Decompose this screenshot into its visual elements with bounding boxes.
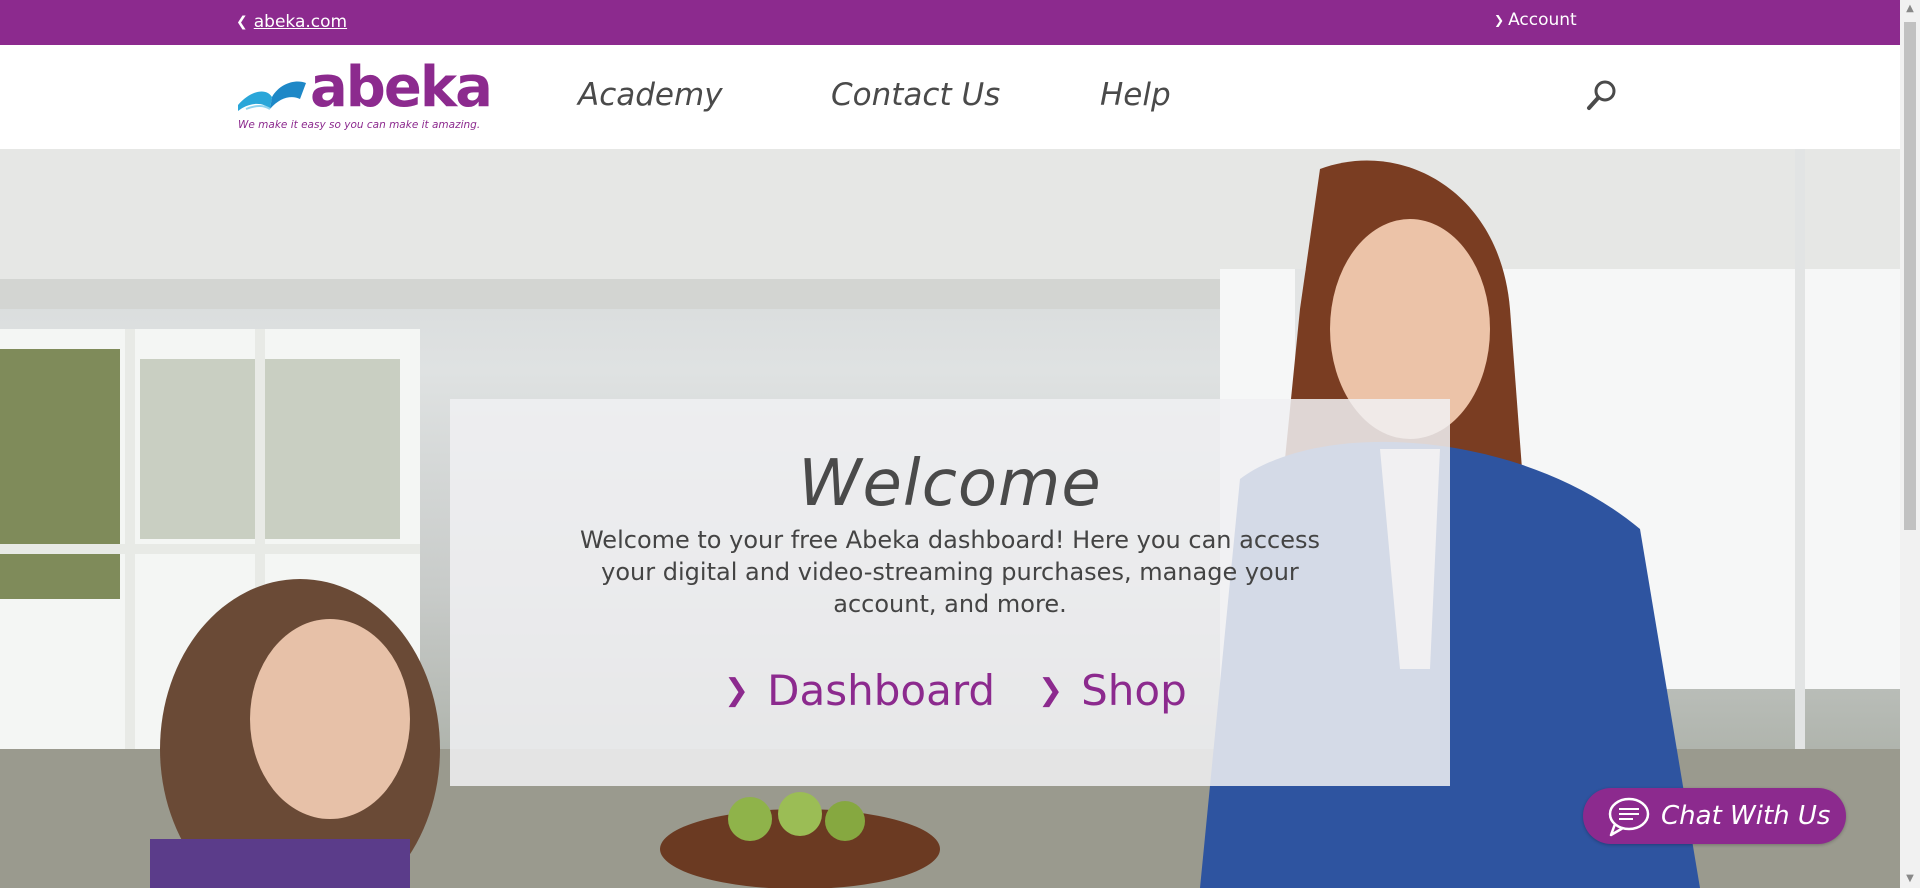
abeka-logo[interactable]: abeka We make it easy so you can make it… (236, 55, 498, 135)
chat-bubble-icon (1608, 797, 1650, 837)
dashboard-link-label: Dashboard (767, 666, 996, 715)
book-logo-icon (238, 81, 306, 111)
chat-with-us-button[interactable]: Chat With Us (1583, 788, 1846, 844)
welcome-title: Welcome (798, 447, 1102, 521)
logo-wordmark: abeka (310, 55, 493, 120)
nav-contact-us[interactable]: Contact Us (831, 77, 1000, 113)
nav-help[interactable]: Help (1100, 77, 1171, 113)
welcome-description: Welcome to your free Abeka dashboard! He… (579, 526, 1320, 618)
top-utility-bar: ❮ abeka.com ❯ Account (0, 0, 1900, 45)
chevron-right-icon: ❯ (724, 673, 750, 708)
chevron-right-icon: ❯ (1038, 673, 1064, 708)
search-icon (1587, 80, 1616, 110)
abeka-com-link[interactable]: ❮ abeka.com (236, 12, 347, 32)
page-scrollbar[interactable]: ▲ ▼ (1900, 0, 1920, 888)
scroll-down-arrow-icon[interactable]: ▼ (1900, 870, 1920, 888)
account-menu-label: Account (1508, 10, 1577, 30)
chevron-down-icon: ❯ (1494, 13, 1505, 27)
account-menu[interactable]: ❯ Account (1494, 10, 1577, 30)
nav-academy[interactable]: Academy (578, 77, 723, 113)
shop-link[interactable]: ❯ Shop (1038, 666, 1187, 715)
search-button[interactable] (1585, 78, 1619, 112)
logo-tagline: We make it easy so you can make it amazi… (238, 119, 481, 131)
dashboard-link[interactable]: ❯ Dashboard (724, 666, 995, 715)
shop-link-label: Shop (1081, 666, 1187, 715)
welcome-panel: Welcome Welcome to your free Abeka dashb… (450, 399, 1450, 786)
abeka-com-link-label: abeka.com (253, 12, 348, 32)
chevron-left-icon: ❮ (236, 14, 248, 30)
hero-section: Welcome Welcome to your free Abeka dashb… (0, 149, 1900, 888)
site-header: abeka We make it easy so you can make it… (0, 45, 1900, 149)
scroll-thumb[interactable] (1904, 22, 1916, 530)
scroll-up-arrow-icon[interactable]: ▲ (1900, 0, 1920, 18)
chat-with-us-label: Chat With Us (1661, 801, 1831, 831)
